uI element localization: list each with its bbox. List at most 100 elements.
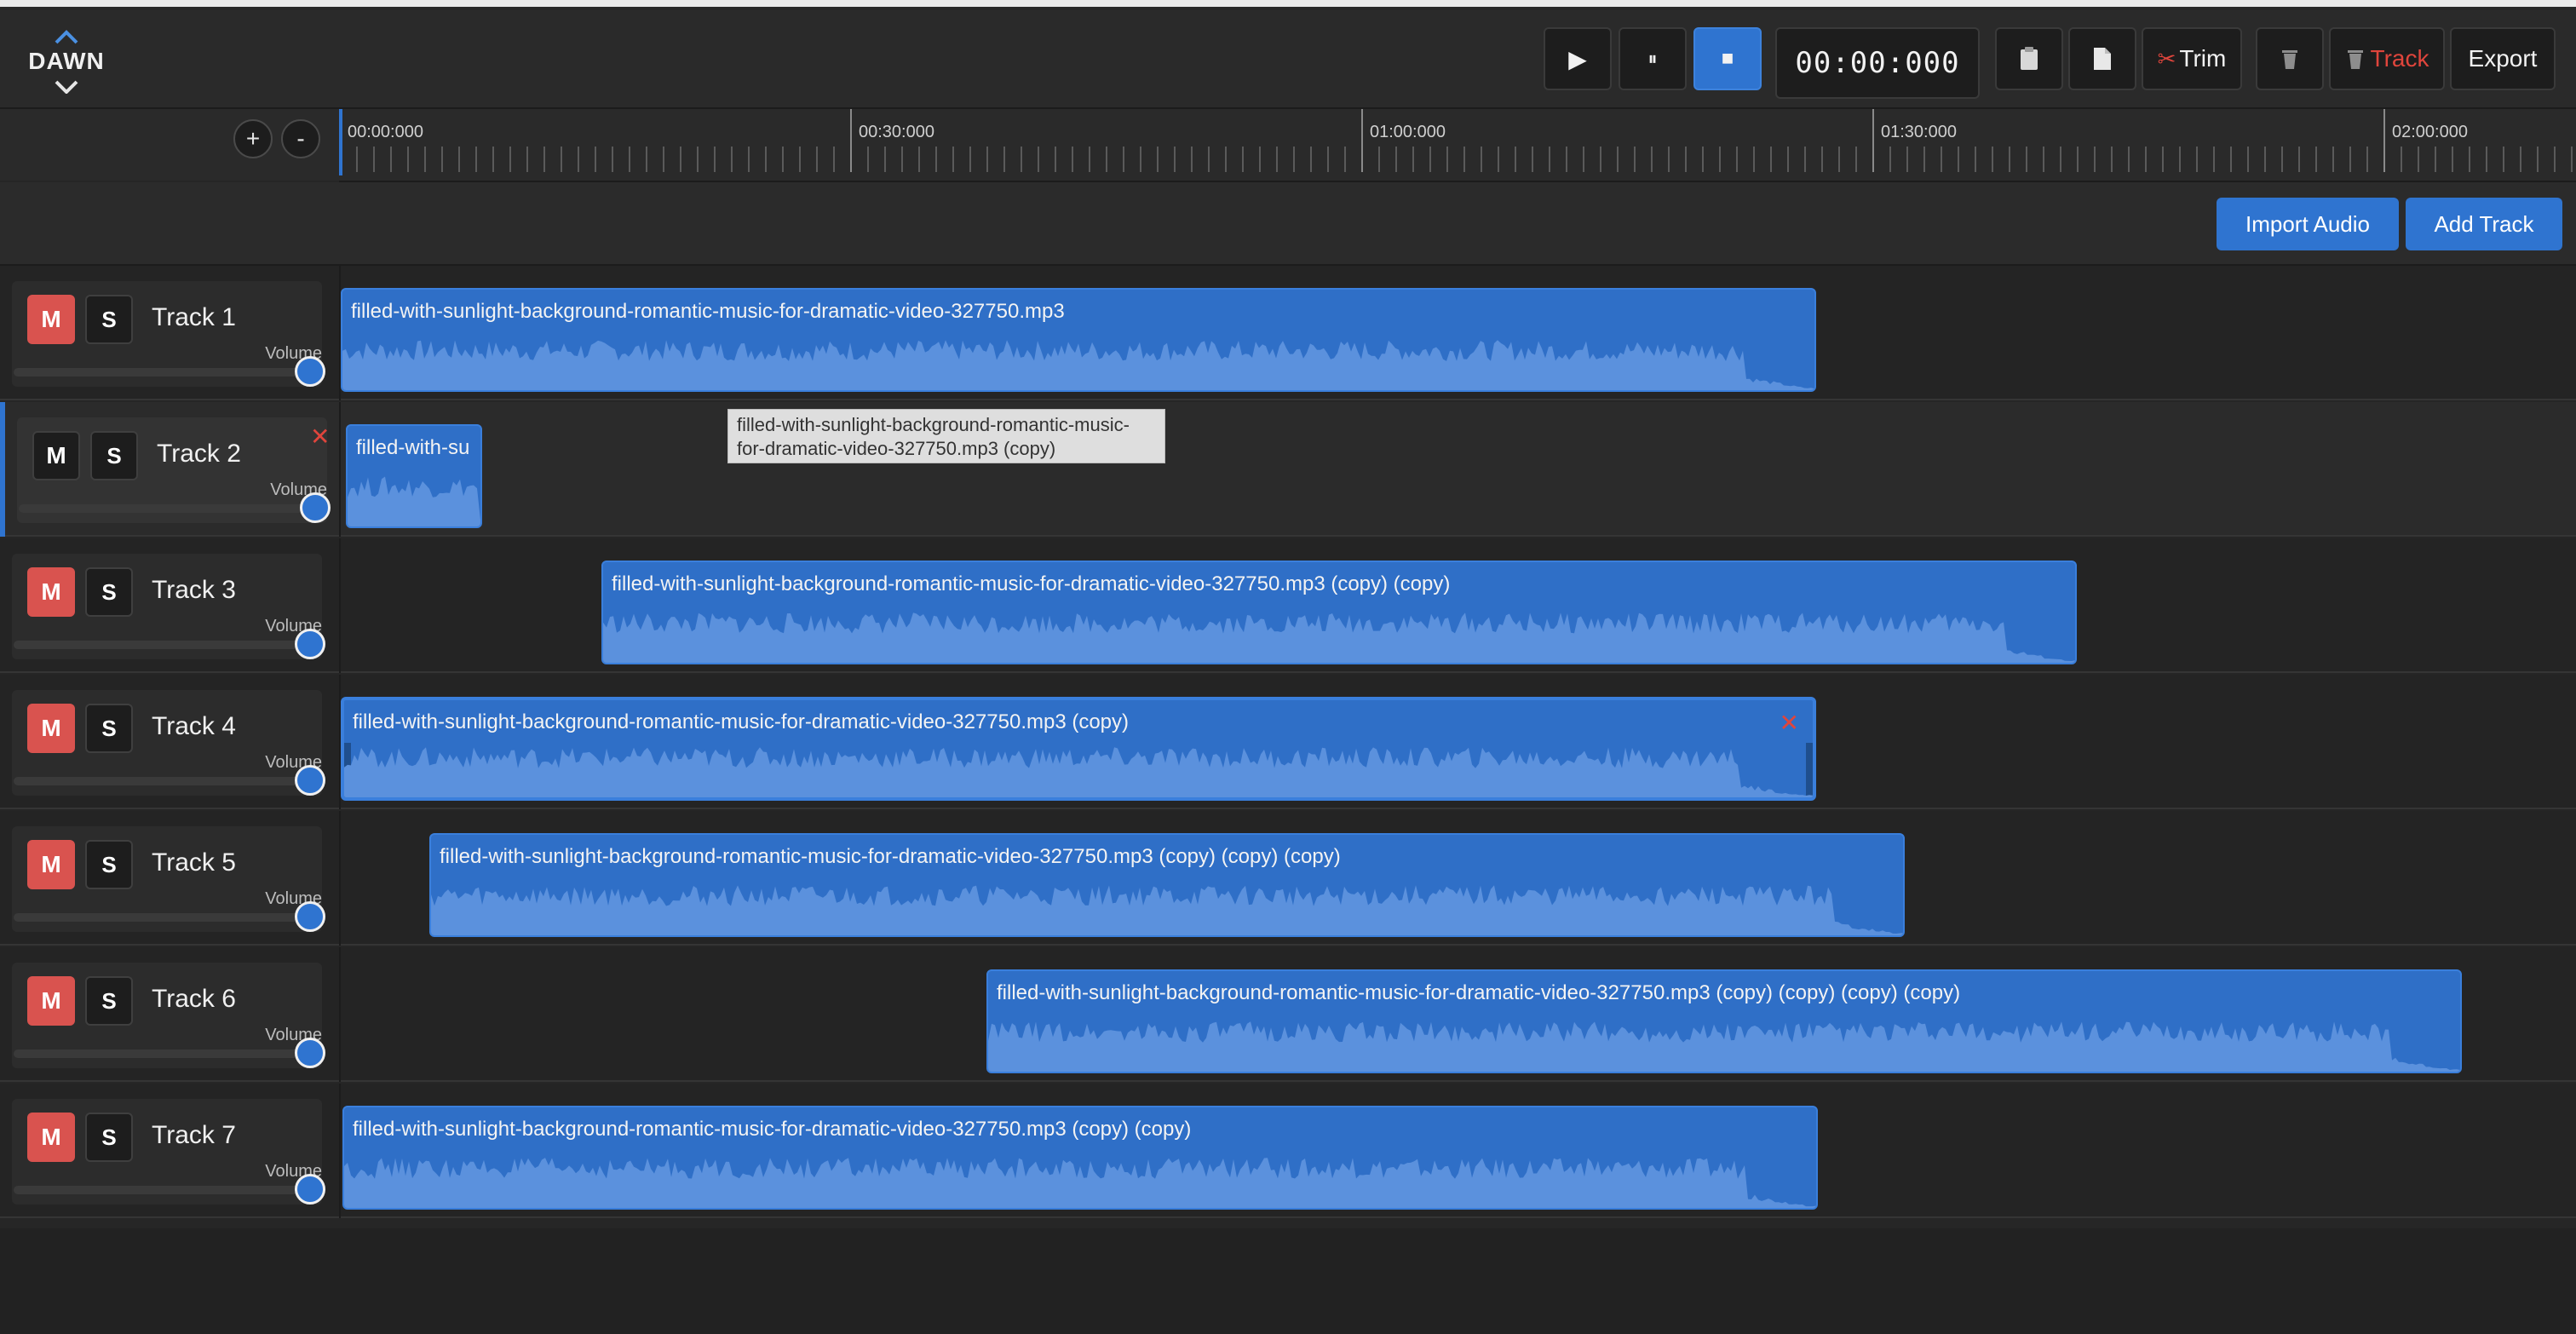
lane-divider — [339, 538, 341, 673]
header-toolbar: DAWN ▶ ⏸ ■ 00:00:000 ✂ Trim Track Export — [0, 7, 2576, 109]
audio-clip[interactable]: filled-with-sunlight-background-romantic… — [601, 561, 2077, 664]
daw-app: DAWN ▶ ⏸ ■ 00:00:000 ✂ Trim Track Export… — [0, 7, 2576, 1334]
paste-button[interactable] — [1995, 27, 2063, 90]
volume-knob[interactable] — [300, 492, 331, 523]
stop-button[interactable]: ■ — [1693, 27, 1762, 90]
solo-button[interactable]: S — [85, 976, 133, 1026]
volume-slider[interactable] — [14, 1186, 322, 1194]
track-name: Track 1 — [152, 303, 236, 331]
solo-button[interactable]: S — [85, 1113, 133, 1162]
stop-icon: ■ — [1721, 47, 1734, 70]
track-row[interactable]: M S Track 1 Volume filled-with-sunlight-… — [0, 266, 2576, 400]
empty-workspace — [0, 1228, 2576, 1334]
track-row[interactable]: M S Track 2 ✕ Volume filled-with-su — [0, 402, 2576, 537]
volume-slider[interactable] — [14, 641, 322, 649]
mute-button[interactable]: M — [27, 295, 75, 344]
waveform — [348, 476, 480, 526]
lane-divider — [339, 811, 341, 946]
clip-title: filled-with-sunlight-background-romantic… — [353, 710, 1130, 733]
solo-button[interactable]: S — [85, 567, 133, 617]
pause-button[interactable]: ⏸ — [1619, 27, 1687, 90]
track-row[interactable]: M S Track 5 Volume filled-with-sunlight-… — [0, 811, 2576, 946]
audio-clip[interactable]: filled-with-sunlight-background-romantic… — [429, 833, 1905, 937]
new-file-button[interactable] — [2068, 27, 2136, 90]
export-button[interactable]: Export — [2450, 27, 2556, 90]
waveform — [603, 612, 2075, 663]
clip-title: filled-with-sunlight-background-romantic… — [353, 1118, 1192, 1141]
volume-slider[interactable] — [14, 1049, 322, 1058]
lane-divider — [339, 1084, 341, 1218]
play-icon: ▶ — [1568, 45, 1587, 72]
mute-button[interactable]: M — [27, 567, 75, 617]
volume-knob[interactable] — [295, 1174, 325, 1205]
mute-button[interactable]: M — [27, 840, 75, 889]
waveform — [431, 885, 1903, 935]
clipboard-icon — [2021, 47, 2038, 70]
delete-track-button[interactable]: Track — [2329, 27, 2445, 90]
trim-label: Trim — [2179, 45, 2227, 72]
remove-track-icon[interactable]: ✕ — [310, 423, 330, 451]
volume-knob[interactable] — [295, 765, 325, 796]
solo-button[interactable]: S — [90, 431, 138, 480]
audio-clip[interactable]: filled-with-sunlight-background-romantic… — [342, 1106, 1818, 1210]
clip-title: filled-with-sunlight-background-romantic… — [351, 300, 1065, 323]
solo-button[interactable]: S — [85, 704, 133, 753]
volume-knob[interactable] — [295, 901, 325, 932]
solo-button[interactable]: S — [85, 295, 133, 344]
document-icon — [2094, 48, 2111, 70]
zoom-out-button[interactable]: - — [281, 119, 320, 158]
ruler-label: 00:00:000 — [348, 123, 423, 141]
mute-button[interactable]: M — [27, 976, 75, 1026]
track-row[interactable]: M S Track 3 Volume filled-with-sunlight-… — [0, 538, 2576, 673]
clip-title: filled-with-su — [356, 436, 470, 459]
lane-divider — [339, 402, 341, 537]
lane-divider — [339, 947, 341, 1082]
add-track-button[interactable]: Add Track — [2406, 198, 2562, 250]
clip-tooltip: filled-with-sunlight-background-romantic… — [727, 409, 1165, 463]
volume-knob[interactable] — [295, 1038, 325, 1068]
track-row[interactable]: M S Track 6 Volume filled-with-sunlight-… — [0, 947, 2576, 1082]
track-row[interactable]: M S Track 7 Volume filled-with-sunlight-… — [0, 1084, 2576, 1218]
import-audio-button[interactable]: Import Audio — [2217, 198, 2399, 250]
remove-clip-icon[interactable]: ✕ — [1780, 709, 1799, 737]
mute-button[interactable]: M — [27, 1113, 75, 1162]
track-controls: M S Track 1 Volume — [12, 281, 325, 387]
track-row[interactable]: M S Track 4 Volume filled-with-sunlight-… — [0, 675, 2576, 809]
timecode-display: 00:00:000 — [1775, 27, 1980, 99]
play-button[interactable]: ▶ — [1544, 27, 1612, 90]
volume-slider[interactable] — [14, 777, 322, 785]
track-name: Track 3 — [152, 576, 236, 604]
audio-clip[interactable]: filled-with-sunlight-background-romantic… — [341, 288, 1816, 392]
scissors-icon: ✂ — [2157, 45, 2176, 72]
clip-title: filled-with-sunlight-background-romantic… — [440, 845, 1341, 868]
track-name: Track 7 — [152, 1121, 236, 1149]
playhead-marker[interactable] — [339, 109, 342, 175]
trash-icon — [2282, 50, 2297, 69]
zoom-in-button[interactable]: + — [233, 119, 273, 158]
action-bar: Import Audio Add Track — [0, 182, 2576, 266]
volume-slider[interactable] — [14, 913, 322, 922]
trash-icon — [2347, 50, 2363, 69]
track-name: Track 5 — [152, 848, 236, 877]
audio-clip-selected[interactable]: filled-with-sunlight-background-romantic… — [341, 697, 1816, 801]
ruler-label: 00:30:000 — [859, 123, 934, 141]
pause-icon: ⏸ — [1647, 48, 1658, 69]
waveform — [342, 340, 1814, 390]
window-top-strip — [0, 0, 2576, 7]
mute-button[interactable]: M — [32, 431, 80, 480]
volume-knob[interactable] — [295, 629, 325, 659]
volume-slider[interactable] — [14, 368, 322, 377]
mute-button[interactable]: M — [27, 704, 75, 753]
clip-title: filled-with-sunlight-background-romantic… — [612, 572, 1451, 595]
volume-knob[interactable] — [295, 356, 325, 387]
track-controls: M S Track 2 ✕ Volume — [17, 417, 331, 523]
volume-slider[interactable] — [19, 504, 327, 513]
app-logo: DAWN — [26, 27, 107, 94]
timeline-ruler[interactable]: 00:00:000 00:30:000 01:00:000 01:30:000 … — [339, 109, 2576, 182]
audio-clip[interactable]: filled-with-sunlight-background-romantic… — [986, 969, 2462, 1073]
audio-clip[interactable]: filled-with-su — [346, 424, 482, 528]
solo-button[interactable]: S — [85, 840, 133, 889]
waveform — [988, 1021, 2460, 1072]
delete-clip-button[interactable] — [2256, 27, 2324, 90]
trim-button[interactable]: ✂ Trim — [2142, 27, 2242, 90]
